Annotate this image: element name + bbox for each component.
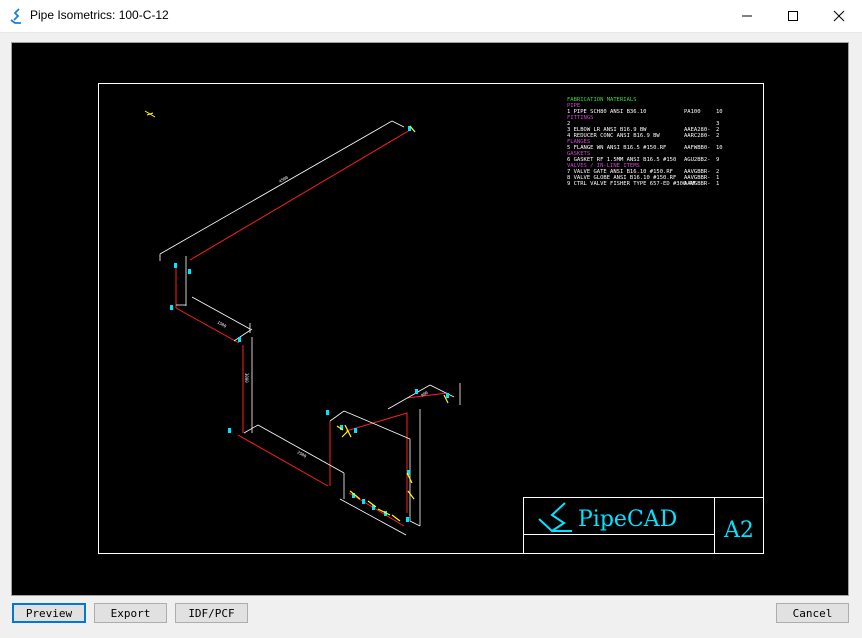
bom-section-fittings: FITTINGS bbox=[567, 115, 594, 121]
title-block-brand: PipeCAD bbox=[578, 507, 677, 532]
bom-line-1-qty: 10 bbox=[716, 109, 723, 115]
svg-text:1500: 1500 bbox=[217, 320, 228, 329]
close-icon bbox=[833, 10, 845, 22]
pipe-route bbox=[175, 129, 448, 527]
bom-line-9-code: AAVGBBR- bbox=[684, 181, 711, 187]
minimize-icon bbox=[742, 15, 752, 17]
bom-line-5-qty: 10 bbox=[716, 145, 723, 151]
bom-line-1-code: PA100 bbox=[684, 109, 701, 115]
isometric-preview-canvas[interactable]: FABRICATION MATERIALS PIPE 1 PIPE SCH80 … bbox=[11, 42, 849, 596]
bom-line-6-qty: 9 bbox=[716, 157, 719, 163]
idf-pcf-button[interactable]: IDF/PCF bbox=[175, 603, 248, 623]
preview-button[interactable]: Preview bbox=[12, 603, 86, 623]
drawing-border bbox=[98, 83, 764, 554]
window-title: Pipe Isometrics: 100-C-12 bbox=[30, 8, 169, 22]
maximize-button[interactable] bbox=[770, 0, 816, 32]
export-button[interactable]: Export bbox=[94, 603, 167, 623]
minimize-button[interactable] bbox=[724, 0, 770, 32]
title-block: PipeCAD A2 bbox=[523, 497, 764, 554]
maximize-icon bbox=[788, 11, 798, 21]
title-bar: Pipe Isometrics: 100-C-12 bbox=[0, 0, 862, 32]
svg-text:2500: 2500 bbox=[297, 450, 308, 459]
svg-text:900: 900 bbox=[420, 390, 429, 398]
bom-line-9-qty: 1 bbox=[716, 181, 719, 187]
bom-line-4-code: AARC280- bbox=[684, 133, 711, 139]
pipecad-logo-icon bbox=[10, 8, 21, 24]
bom-line-5-code: AAFWBB0- bbox=[684, 145, 711, 151]
bom-line-4-qty: 2 bbox=[716, 133, 719, 139]
close-button[interactable] bbox=[816, 0, 862, 32]
title-block-sheet-size: A2 bbox=[723, 518, 754, 543]
svg-text:3000: 3000 bbox=[244, 373, 249, 383]
north-arrow-icon bbox=[144, 110, 156, 118]
cancel-button[interactable]: Cancel bbox=[776, 603, 849, 623]
title-block-logo-icon bbox=[538, 502, 572, 532]
svg-text:4500: 4500 bbox=[278, 174, 289, 183]
dimension-lines bbox=[159, 120, 461, 536]
bom-line-6-code: AGU2BB2- bbox=[684, 157, 711, 163]
bom-line-9: 9 CTRL VALVE FISHER TYPE 657-ED #300.RF bbox=[567, 181, 696, 187]
